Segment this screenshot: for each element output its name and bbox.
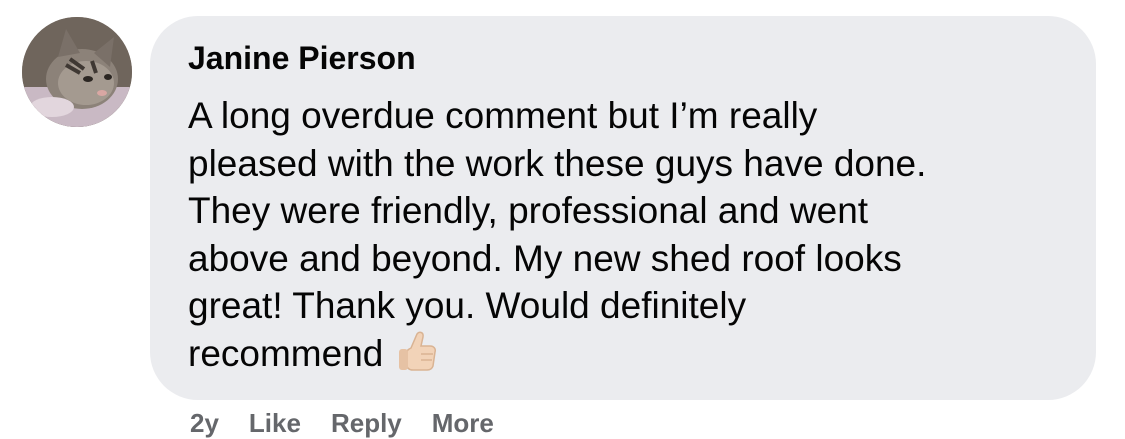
comment-text-line: A long overdue comment but I’m really — [188, 95, 818, 136]
comment-actions: 2y Like Reply More — [150, 408, 494, 438]
comment-author[interactable]: Janine Pierson — [188, 38, 416, 78]
comment-bubble: Janine Pierson A long overdue comment bu… — [150, 16, 1096, 400]
comment-text-line: They were friendly, professional and wen… — [188, 190, 869, 231]
comment-text-line: pleased with the work these guys have do… — [188, 142, 927, 184]
comment-text-line: great! Thank you. Would definitely — [188, 285, 747, 326]
like-button[interactable]: Like — [249, 408, 301, 439]
comment: Janine Pierson A long overdue comment bu… — [0, 0, 1125, 438]
comment-text-line-last: recommend — [188, 330, 1078, 384]
thumbs-up-icon — [397, 330, 437, 384]
reply-button[interactable]: Reply — [331, 408, 402, 439]
avatar[interactable] — [22, 17, 132, 127]
comment-text-line: recommend — [188, 332, 384, 374]
comment-time[interactable]: 2y — [190, 408, 219, 439]
comment-text-line: above and beyond. My new shed roof looks — [188, 237, 902, 279]
comment-text: A long overdue comment but I’m really pl… — [188, 92, 1078, 383]
more-button[interactable]: More — [432, 408, 494, 439]
cat-avatar-icon — [22, 17, 132, 127]
